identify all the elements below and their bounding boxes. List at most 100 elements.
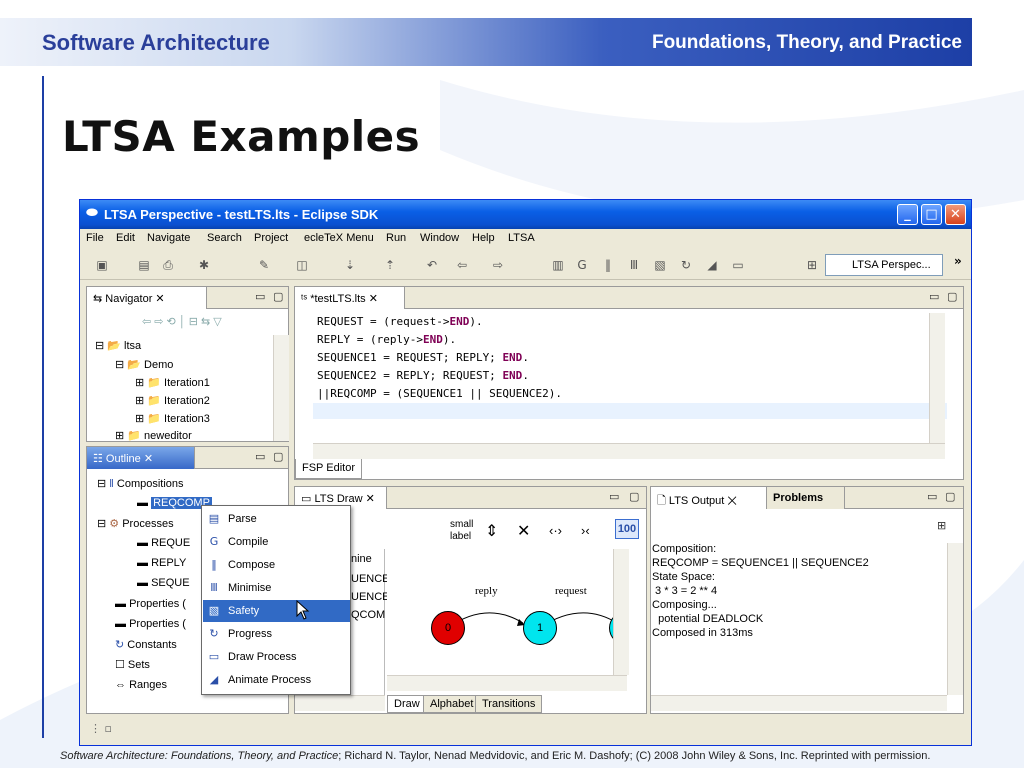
list-item[interactable]: UENCE: [351, 591, 390, 603]
menu-item-compile[interactable]: G Compile: [203, 531, 350, 553]
outline-item[interactable]: ⊟ ⚙ Processes: [97, 517, 174, 530]
maximize-view-icon[interactable]: ▢: [629, 490, 639, 503]
outline-item[interactable]: ▬ REPLY: [137, 557, 186, 569]
tab-outline[interactable]: ☷ Outline ✕: [87, 447, 195, 469]
maximize-view-icon[interactable]: ▢: [947, 290, 957, 303]
compose-tool-icon[interactable]: ‖: [600, 257, 616, 273]
menu-ecletex[interactable]: ecleTeX Menu: [304, 232, 374, 244]
tree-item[interactable]: ⊞ 📁 Iteration3: [135, 412, 210, 425]
compile-tool-icon[interactable]: G: [574, 257, 590, 273]
menu-edit[interactable]: Edit: [116, 232, 135, 244]
print-icon[interactable]: ⎙: [160, 257, 176, 273]
outline-item[interactable]: ↻ Constants: [115, 638, 177, 651]
navigator-scrollbar[interactable]: [273, 335, 289, 441]
menu-project[interactable]: Project: [254, 232, 288, 244]
outline-item[interactable]: ▬ Properties (: [115, 618, 186, 630]
editor-scrollbar-h[interactable]: [313, 443, 945, 459]
menu-item-safety[interactable]: ▧ Safety: [203, 600, 350, 622]
editor-scrollbar-v[interactable]: [929, 313, 945, 443]
animate-tool-icon[interactable]: ◢: [704, 257, 720, 273]
tree-item[interactable]: ⊞ 📁 Iteration1: [135, 376, 210, 389]
forward-icon[interactable]: ⇨: [490, 257, 506, 273]
minimize-view-icon[interactable]: ▭: [927, 490, 937, 503]
menu-item-draw-process[interactable]: ▭ Draw Process: [203, 646, 350, 668]
state-node-0[interactable]: 0: [431, 611, 465, 645]
draw-tool-icon[interactable]: ▭: [730, 257, 746, 273]
debug-icon[interactable]: ✱: [196, 257, 212, 273]
code-line-3[interactable]: SEQUENCE1 = REQUEST; REPLY; END.: [317, 351, 529, 364]
pen-icon[interactable]: ✎: [256, 257, 272, 273]
code-line-1[interactable]: REQUEST = (request->END).: [317, 315, 483, 328]
list-scrollbar-h[interactable]: [295, 695, 385, 711]
title-bar[interactable]: ⬬ LTSA Perspective - testLTS.lts - Eclip…: [80, 200, 971, 229]
outline-item[interactable]: ▬ Properties (: [115, 598, 186, 610]
code-line-4[interactable]: SEQUENCE2 = REPLY; REQUEST; END.: [317, 369, 529, 382]
widen-icon[interactable]: ‹·›: [549, 523, 562, 538]
lts-canvas[interactable]: reply request 0 1 E: [387, 549, 629, 675]
maximize-view-icon[interactable]: ▢: [945, 490, 955, 503]
tab-problems[interactable]: Problems: [767, 487, 845, 509]
canvas-scrollbar-h[interactable]: [387, 675, 627, 691]
menu-navigate[interactable]: Navigate: [147, 232, 190, 244]
fast-view-icon[interactable]: ⋮ ▫: [90, 722, 112, 735]
outline-item[interactable]: ⇔ Ranges: [115, 679, 167, 691]
chevron-more-icon[interactable]: »: [954, 254, 962, 268]
tab-draw[interactable]: Draw: [387, 695, 427, 713]
state-node-1[interactable]: 1: [523, 611, 557, 645]
next-annotation-icon[interactable]: ⇣: [342, 257, 358, 273]
narrow-icon[interactable]: ›‹: [581, 523, 590, 538]
last-edit-icon[interactable]: ↶: [424, 257, 440, 273]
maximize-view-icon[interactable]: ▢: [273, 450, 283, 463]
safety-tool-icon[interactable]: ▧: [652, 257, 668, 273]
tree-item[interactable]: ⊞ 📁 Iteration2: [135, 394, 210, 407]
zoom-100-button[interactable]: 100: [615, 519, 639, 539]
menu-ltsa[interactable]: LTSA: [508, 232, 535, 244]
outline-item[interactable]: ▬ SEQUE: [137, 577, 190, 589]
new-icon[interactable]: ▣: [94, 257, 110, 273]
menu-item-progress[interactable]: ↻ Progress: [203, 623, 350, 645]
close-button[interactable]: ✕: [945, 204, 966, 225]
tree-item[interactable]: ⊞ 📁 neweditor: [115, 429, 192, 441]
code-line-2[interactable]: REPLY = (reply->END).: [317, 333, 456, 346]
tab-lts-output[interactable]: 🗋 LTS Output ✕: [651, 487, 767, 509]
output-toolbar-icon[interactable]: ⊞: [937, 519, 946, 532]
minimize-view-icon[interactable]: ▭: [255, 290, 265, 303]
menu-item-compose[interactable]: ‖ Compose: [203, 554, 350, 576]
minimize-button[interactable]: _: [897, 204, 918, 225]
tab-fsp-editor[interactable]: FSP Editor: [295, 459, 362, 479]
perspective-switcher[interactable]: LTSA Perspec...: [825, 254, 943, 276]
prev-annotation-icon[interactable]: ⇡: [382, 257, 398, 273]
output-scrollbar-h[interactable]: [651, 695, 947, 711]
minimize-view-icon[interactable]: ▭: [609, 490, 619, 503]
tab-alphabet[interactable]: Alphabet: [423, 695, 481, 713]
open-type-icon[interactable]: ◫: [294, 257, 310, 273]
expand-icon[interactable]: ⇕: [485, 521, 498, 541]
nav-toolbar[interactable]: ⇦ ⇨ ⟲ │ ⊟ ⇆ ▽: [142, 315, 222, 328]
menu-search[interactable]: Search: [207, 232, 242, 244]
open-perspective-icon[interactable]: ⊞: [804, 257, 820, 273]
code-line-5[interactable]: ||REQCOMP = (SEQUENCE1 || SEQUENCE2).: [317, 387, 562, 400]
minimize-view-icon[interactable]: ▭: [255, 450, 265, 463]
menu-window[interactable]: Window: [420, 232, 459, 244]
shrink-icon[interactable]: ✕: [517, 521, 530, 541]
tab-testlts[interactable]: ᵗˢ *testLTS.lts ✕: [295, 287, 405, 309]
tab-navigator[interactable]: ⇆ Navigator ✕: [87, 287, 207, 309]
menu-item-parse[interactable]: ▤ Parse: [203, 508, 350, 530]
menu-item-minimise[interactable]: Ⅲ Minimise: [203, 577, 350, 599]
menu-file[interactable]: File: [86, 232, 104, 244]
tree-item[interactable]: ⊟ 📂 ltsa: [95, 339, 141, 352]
tree-item[interactable]: ⊟ 📂 Demo: [115, 358, 173, 371]
parse-tool-icon[interactable]: ▥: [550, 257, 566, 273]
save-icon[interactable]: ▤: [136, 257, 152, 273]
list-item[interactable]: QCOM: [351, 609, 385, 621]
minimize-view-icon[interactable]: ▭: [929, 290, 939, 303]
menu-help[interactable]: Help: [472, 232, 495, 244]
maximize-button[interactable]: □: [921, 204, 942, 225]
back-icon[interactable]: ⇦: [454, 257, 470, 273]
canvas-scrollbar-v[interactable]: [613, 549, 629, 675]
minimise-tool-icon[interactable]: Ⅲ: [626, 257, 642, 273]
list-item[interactable]: UENCE: [351, 573, 390, 585]
outline-item[interactable]: ☐ Sets: [115, 658, 150, 671]
maximize-view-icon[interactable]: ▢: [273, 290, 283, 303]
outline-item[interactable]: ⊟ ‖ Compositions: [97, 477, 184, 490]
